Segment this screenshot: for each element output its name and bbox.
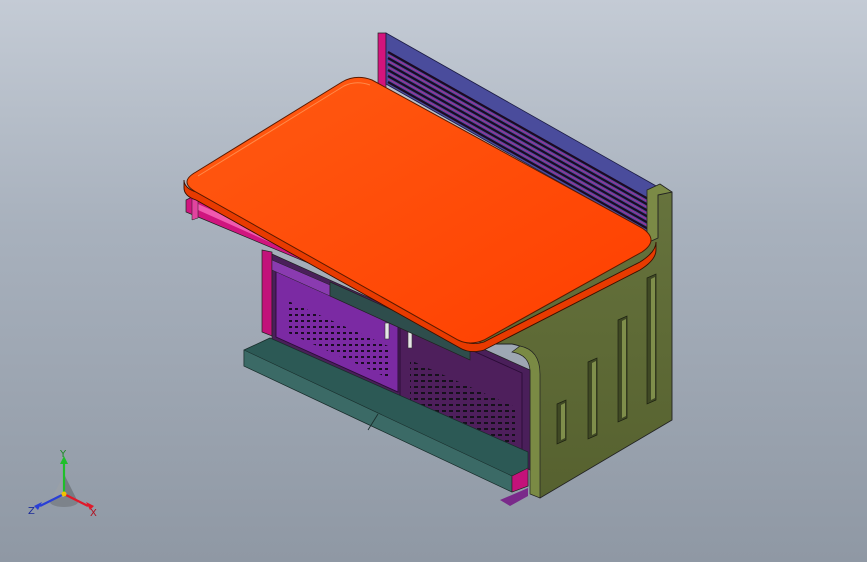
door-handle-left[interactable] [384, 322, 390, 340]
triad-origin [61, 491, 67, 497]
door-handle-right[interactable] [407, 331, 413, 349]
y-axis-label: Y [59, 449, 67, 460]
orientation-triad[interactable]: Y Z X [24, 448, 104, 528]
x-axis-label: X [90, 508, 97, 519]
cad-viewport[interactable]: Y Z X [0, 0, 867, 562]
cad-model-scene[interactable] [0, 0, 867, 562]
z-axis-label: Z [28, 506, 35, 517]
